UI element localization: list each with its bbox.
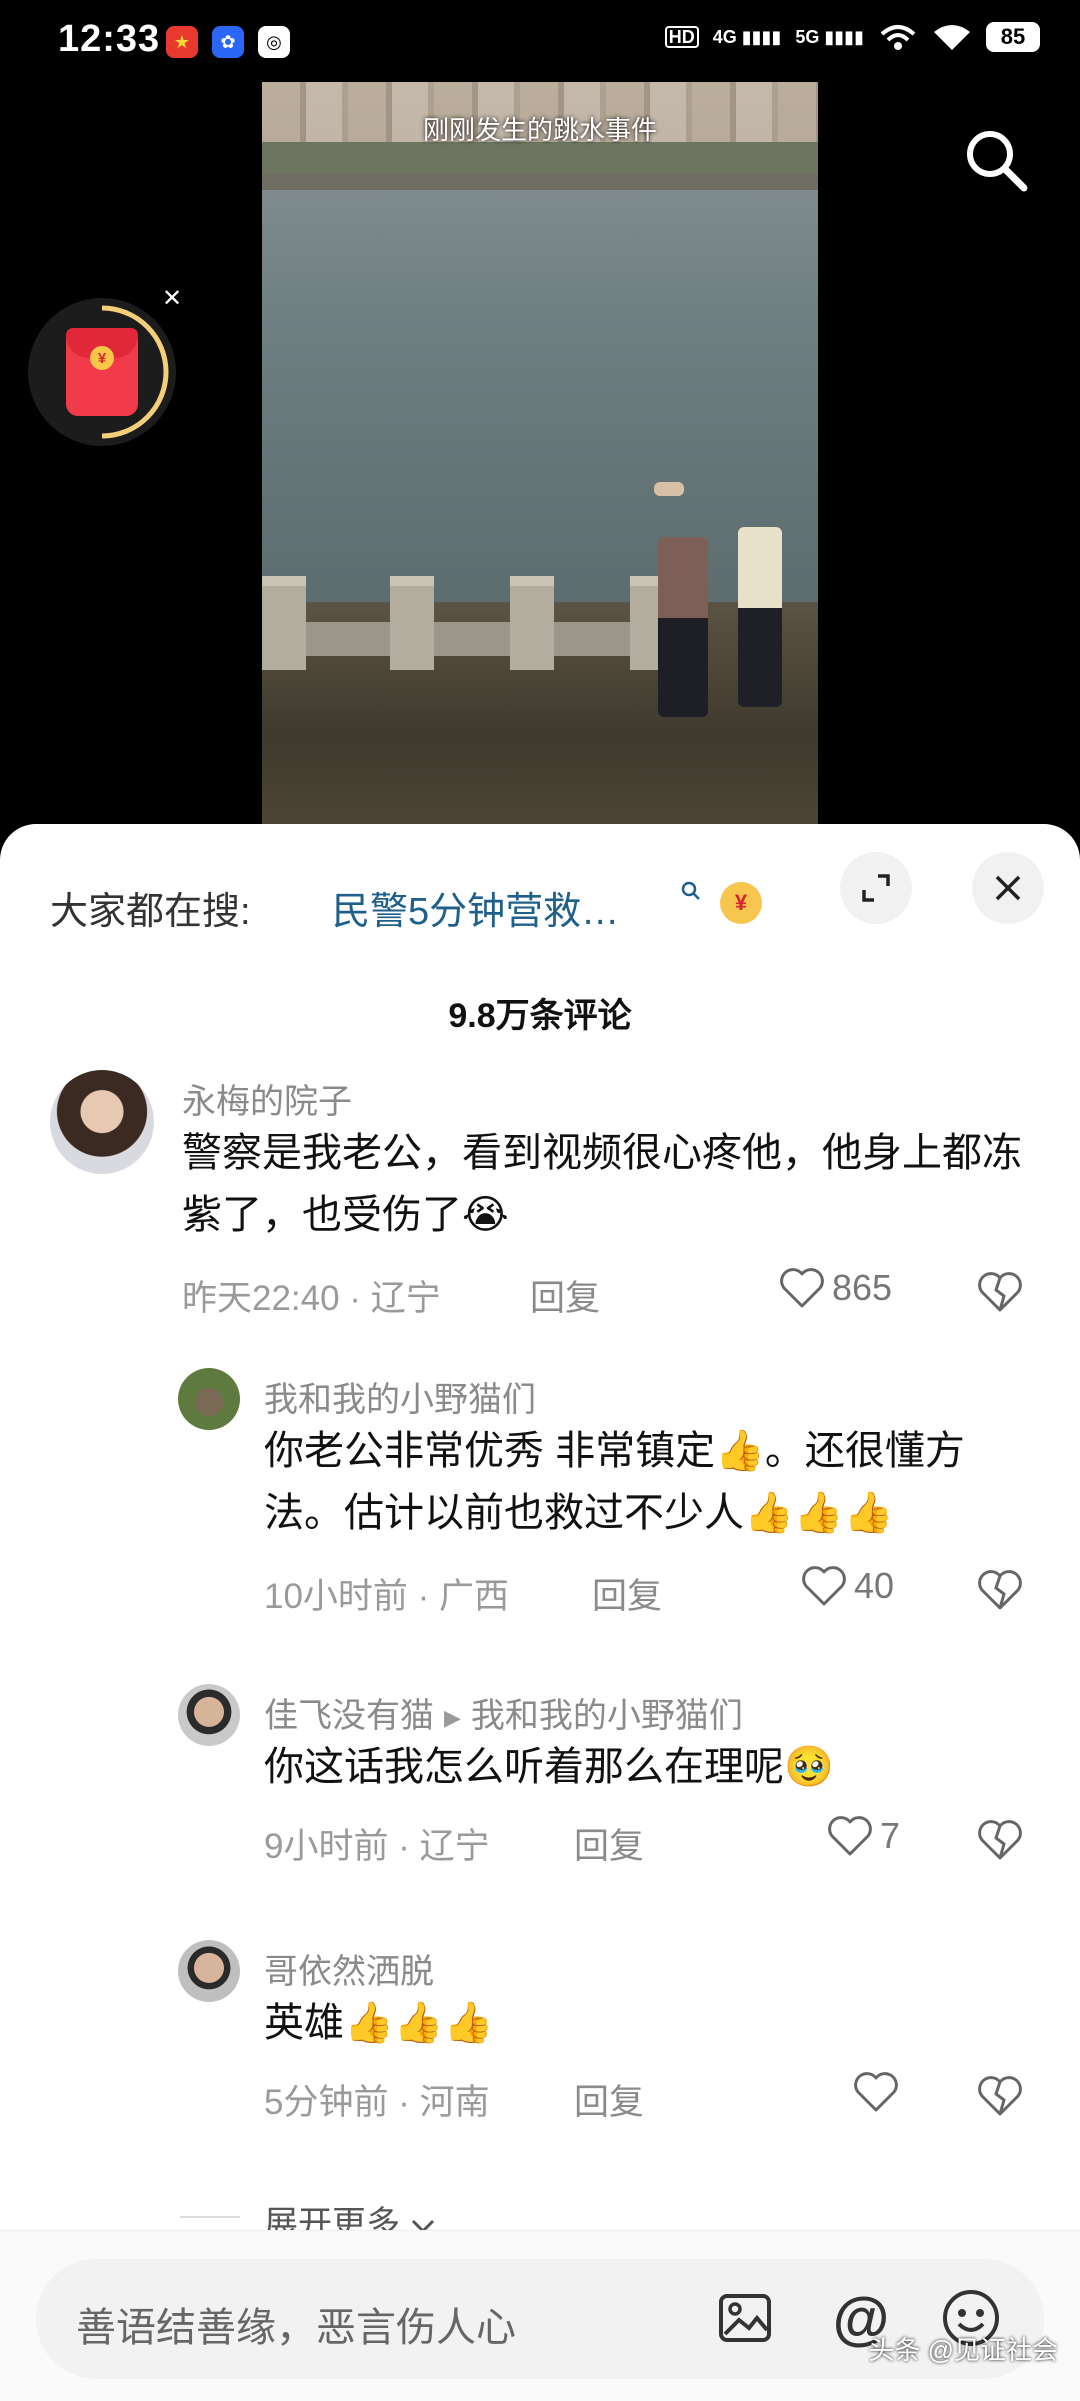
video-wall xyxy=(262,622,642,656)
signal-5g-icon: 5G ▮▮▮▮ xyxy=(795,27,864,47)
notification-icons: ★ ✿ ◎ xyxy=(166,26,290,58)
broken-heart-icon[interactable] xyxy=(976,1816,1024,1864)
video-far-shore xyxy=(262,174,818,190)
avatar[interactable] xyxy=(178,1940,240,2002)
avatar[interactable] xyxy=(178,1368,240,1430)
reply-to-name[interactable]: 我和我的小野猫们 xyxy=(471,1697,743,1735)
reply-button[interactable]: 回复 xyxy=(574,2074,644,2125)
wifi-icon xyxy=(934,25,970,50)
like-count: 40 xyxy=(854,1565,895,1606)
video-person-left xyxy=(658,537,708,717)
coin-icon: ¥ xyxy=(720,882,762,924)
like-button[interactable]: 40 xyxy=(800,1564,894,1608)
hot-search-label: 大家都在搜: xyxy=(50,891,251,933)
comment-meta: 5分钟前 · 河南 xyxy=(264,2083,490,2122)
video-player[interactable]: 刚刚发生的跳水事件 xyxy=(262,82,818,824)
hot-search-link[interactable]: 民警5分钟营救… xyxy=(332,880,619,935)
baidu-notification-icon: ✿ xyxy=(212,26,244,58)
signal-4g-icon: 4G ▮▮▮▮ xyxy=(712,27,782,47)
heart-icon xyxy=(780,1268,824,1308)
douyin-notification-icon: ◎ xyxy=(258,26,290,58)
video-water xyxy=(262,190,818,610)
hd-icon: HD xyxy=(664,26,699,48)
app-notification-icon: ★ xyxy=(166,26,198,58)
watermark: 头条 @见证社会 xyxy=(868,2335,1058,2365)
broken-heart-icon[interactable] xyxy=(976,1566,1024,1614)
red-packet-icon: ¥ xyxy=(66,328,138,416)
like-button[interactable] xyxy=(852,2070,906,2114)
video-person-right xyxy=(738,527,782,707)
battery-indicator: 85 xyxy=(986,22,1040,52)
comment-author[interactable]: 哥依然洒脱 xyxy=(264,1944,434,1993)
comment-meta: 昨天22:40 · 辽宁 xyxy=(182,1279,441,1318)
close-icon xyxy=(995,875,1021,901)
comment-author[interactable]: 我和我的小野猫们 xyxy=(264,1372,536,1421)
hotspot-icon xyxy=(880,25,916,50)
heart-icon xyxy=(854,2072,898,2112)
like-button[interactable]: 7 xyxy=(826,1814,900,1858)
reply-button[interactable]: 回复 xyxy=(574,1818,644,1869)
comment-text: 你老公非常优秀 非常镇定👍。还很懂方法。估计以前也救过不少人👍👍👍 xyxy=(264,1429,965,1535)
heart-icon xyxy=(802,1566,846,1606)
search-icon[interactable] xyxy=(958,122,1034,198)
comment-meta: 10小时前 · 广西 xyxy=(264,1577,510,1616)
comment-author[interactable]: 永梅的院子 xyxy=(182,1074,352,1123)
video-post xyxy=(262,576,306,670)
status-right: HD 4G ▮▮▮▮ 5G ▮▮▮▮ 85 xyxy=(664,22,1040,52)
comment-meta: 9小时前 · 辽宁 xyxy=(264,1827,490,1866)
broken-heart-icon[interactable] xyxy=(976,2072,1024,2120)
status-time: 12:33 xyxy=(58,18,161,60)
comment-text: 警察是我老公，看到视频很心疼他，他身上都冻紫了，也受伤了😭 xyxy=(182,1131,1022,1237)
comment-input-bar: 善语结善缘，恶言伤人心 @ 头条 @见证社会 xyxy=(0,2230,1080,2401)
status-bar: 12:33 ★ ✿ ◎ HD 4G ▮▮▮▮ 5G ▮▮▮▮ 85 xyxy=(0,0,1080,82)
avatar[interactable] xyxy=(178,1684,240,1746)
heart-icon xyxy=(828,1816,872,1856)
comment-input-placeholder: 善语结善缘，恶言伤人心 xyxy=(76,2306,516,2350)
comment-text: 英雄👍👍👍 xyxy=(264,2001,494,2045)
comment-count: 9.8万条评论 xyxy=(448,997,632,1035)
like-button[interactable]: 865 xyxy=(778,1266,892,1310)
avatar[interactable] xyxy=(50,1070,154,1174)
comment-text: 你这话我怎么听着那么在理呢🥹 xyxy=(264,1745,834,1789)
reply-button[interactable]: 回复 xyxy=(530,1270,600,1321)
video-post xyxy=(390,576,434,670)
video-caption: 刚刚发生的跳水事件 xyxy=(422,115,657,145)
comment-author: 佳飞没有猫 ▶ 我和我的小野猫们 xyxy=(264,1688,743,1737)
expand-divider xyxy=(180,2216,240,2218)
reply-arrow-icon: ▶ xyxy=(444,1705,461,1731)
comment-sheet: 大家都在搜: 民警5分钟营救… ¥ 9.8万条评论 永梅的院子 警察是我老公，看… xyxy=(0,824,1080,2400)
red-packet-close-icon[interactable]: ✕ xyxy=(162,284,182,313)
reply-button[interactable]: 回复 xyxy=(592,1568,662,1619)
close-sheet-button[interactable] xyxy=(972,852,1044,924)
broken-heart-icon[interactable] xyxy=(976,1268,1024,1316)
comment-author-name[interactable]: 佳飞没有猫 xyxy=(264,1697,434,1735)
red-packet-widget[interactable]: ¥ xyxy=(28,298,176,446)
image-button[interactable] xyxy=(710,2283,780,2353)
expand-sheet-button[interactable] xyxy=(840,852,912,924)
like-count: 865 xyxy=(832,1267,893,1308)
video-swimmer xyxy=(654,482,684,496)
expand-icon xyxy=(862,874,890,902)
small-search-icon xyxy=(681,881,700,900)
video-post xyxy=(510,576,554,670)
like-count: 7 xyxy=(880,1815,901,1856)
yuan-coin-icon: ¥ xyxy=(90,346,114,370)
image-icon xyxy=(719,2294,771,2342)
